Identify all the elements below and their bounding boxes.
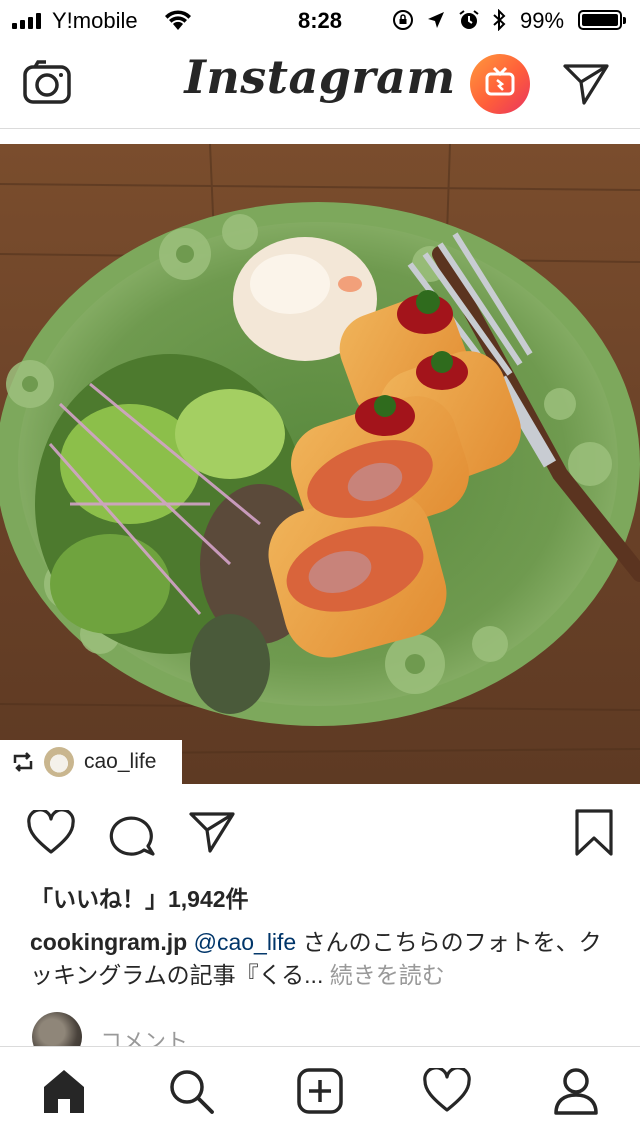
post-caption: cookingram.jp @cao_life さんのこちらのフォトを、クッキン…: [30, 926, 620, 992]
share-icon[interactable]: [188, 810, 236, 854]
add-comment-row[interactable]: コメント...: [32, 1012, 632, 1046]
repost-username[interactable]: cao_life: [84, 750, 156, 774]
add-post-icon: [297, 1068, 343, 1114]
alarm-icon: [459, 10, 479, 29]
activity-icon: [423, 1068, 471, 1112]
post-action-bar: [0, 800, 640, 864]
location-icon: [428, 12, 444, 28]
comment-icon[interactable]: [108, 810, 156, 856]
tab-activity[interactable]: [421, 1065, 473, 1117]
status-bar: Y!mobile 8:28 99%: [0, 0, 640, 40]
igtv-icon[interactable]: [470, 54, 530, 114]
bottom-tab-bar: [0, 1046, 640, 1137]
repost-tag[interactable]: cao_life: [0, 740, 182, 784]
avatar: [44, 747, 74, 777]
instagram-logo: Instagram: [184, 50, 456, 104]
caption-username[interactable]: cookingram.jp: [30, 929, 187, 955]
tab-search[interactable]: [165, 1065, 217, 1117]
home-icon: [44, 1070, 84, 1113]
tab-home[interactable]: [38, 1065, 90, 1117]
likes-count[interactable]: 「いいね！」1,942件: [30, 880, 249, 914]
direct-message-icon[interactable]: [562, 62, 610, 106]
battery-icon: [578, 10, 626, 30]
battery-percent: 99%: [520, 8, 565, 33]
bluetooth-icon: [493, 9, 506, 31]
rotation-lock-icon: [393, 10, 413, 30]
post-photo[interactable]: [0, 144, 640, 784]
tab-profile[interactable]: [550, 1065, 602, 1117]
read-more-link[interactable]: 続きを読む: [330, 962, 445, 988]
comment-input[interactable]: コメント...: [100, 1024, 206, 1046]
heart-icon[interactable]: [26, 810, 76, 856]
profile-icon: [554, 1068, 598, 1115]
search-icon: [170, 1070, 214, 1114]
bookmark-icon[interactable]: [574, 808, 614, 858]
top-nav-bar: Instagram: [0, 40, 640, 129]
caption-mention[interactable]: @cao_life: [194, 929, 297, 955]
avatar: [32, 1012, 82, 1046]
tab-add-post[interactable]: [294, 1065, 346, 1117]
repost-icon: [13, 752, 33, 772]
